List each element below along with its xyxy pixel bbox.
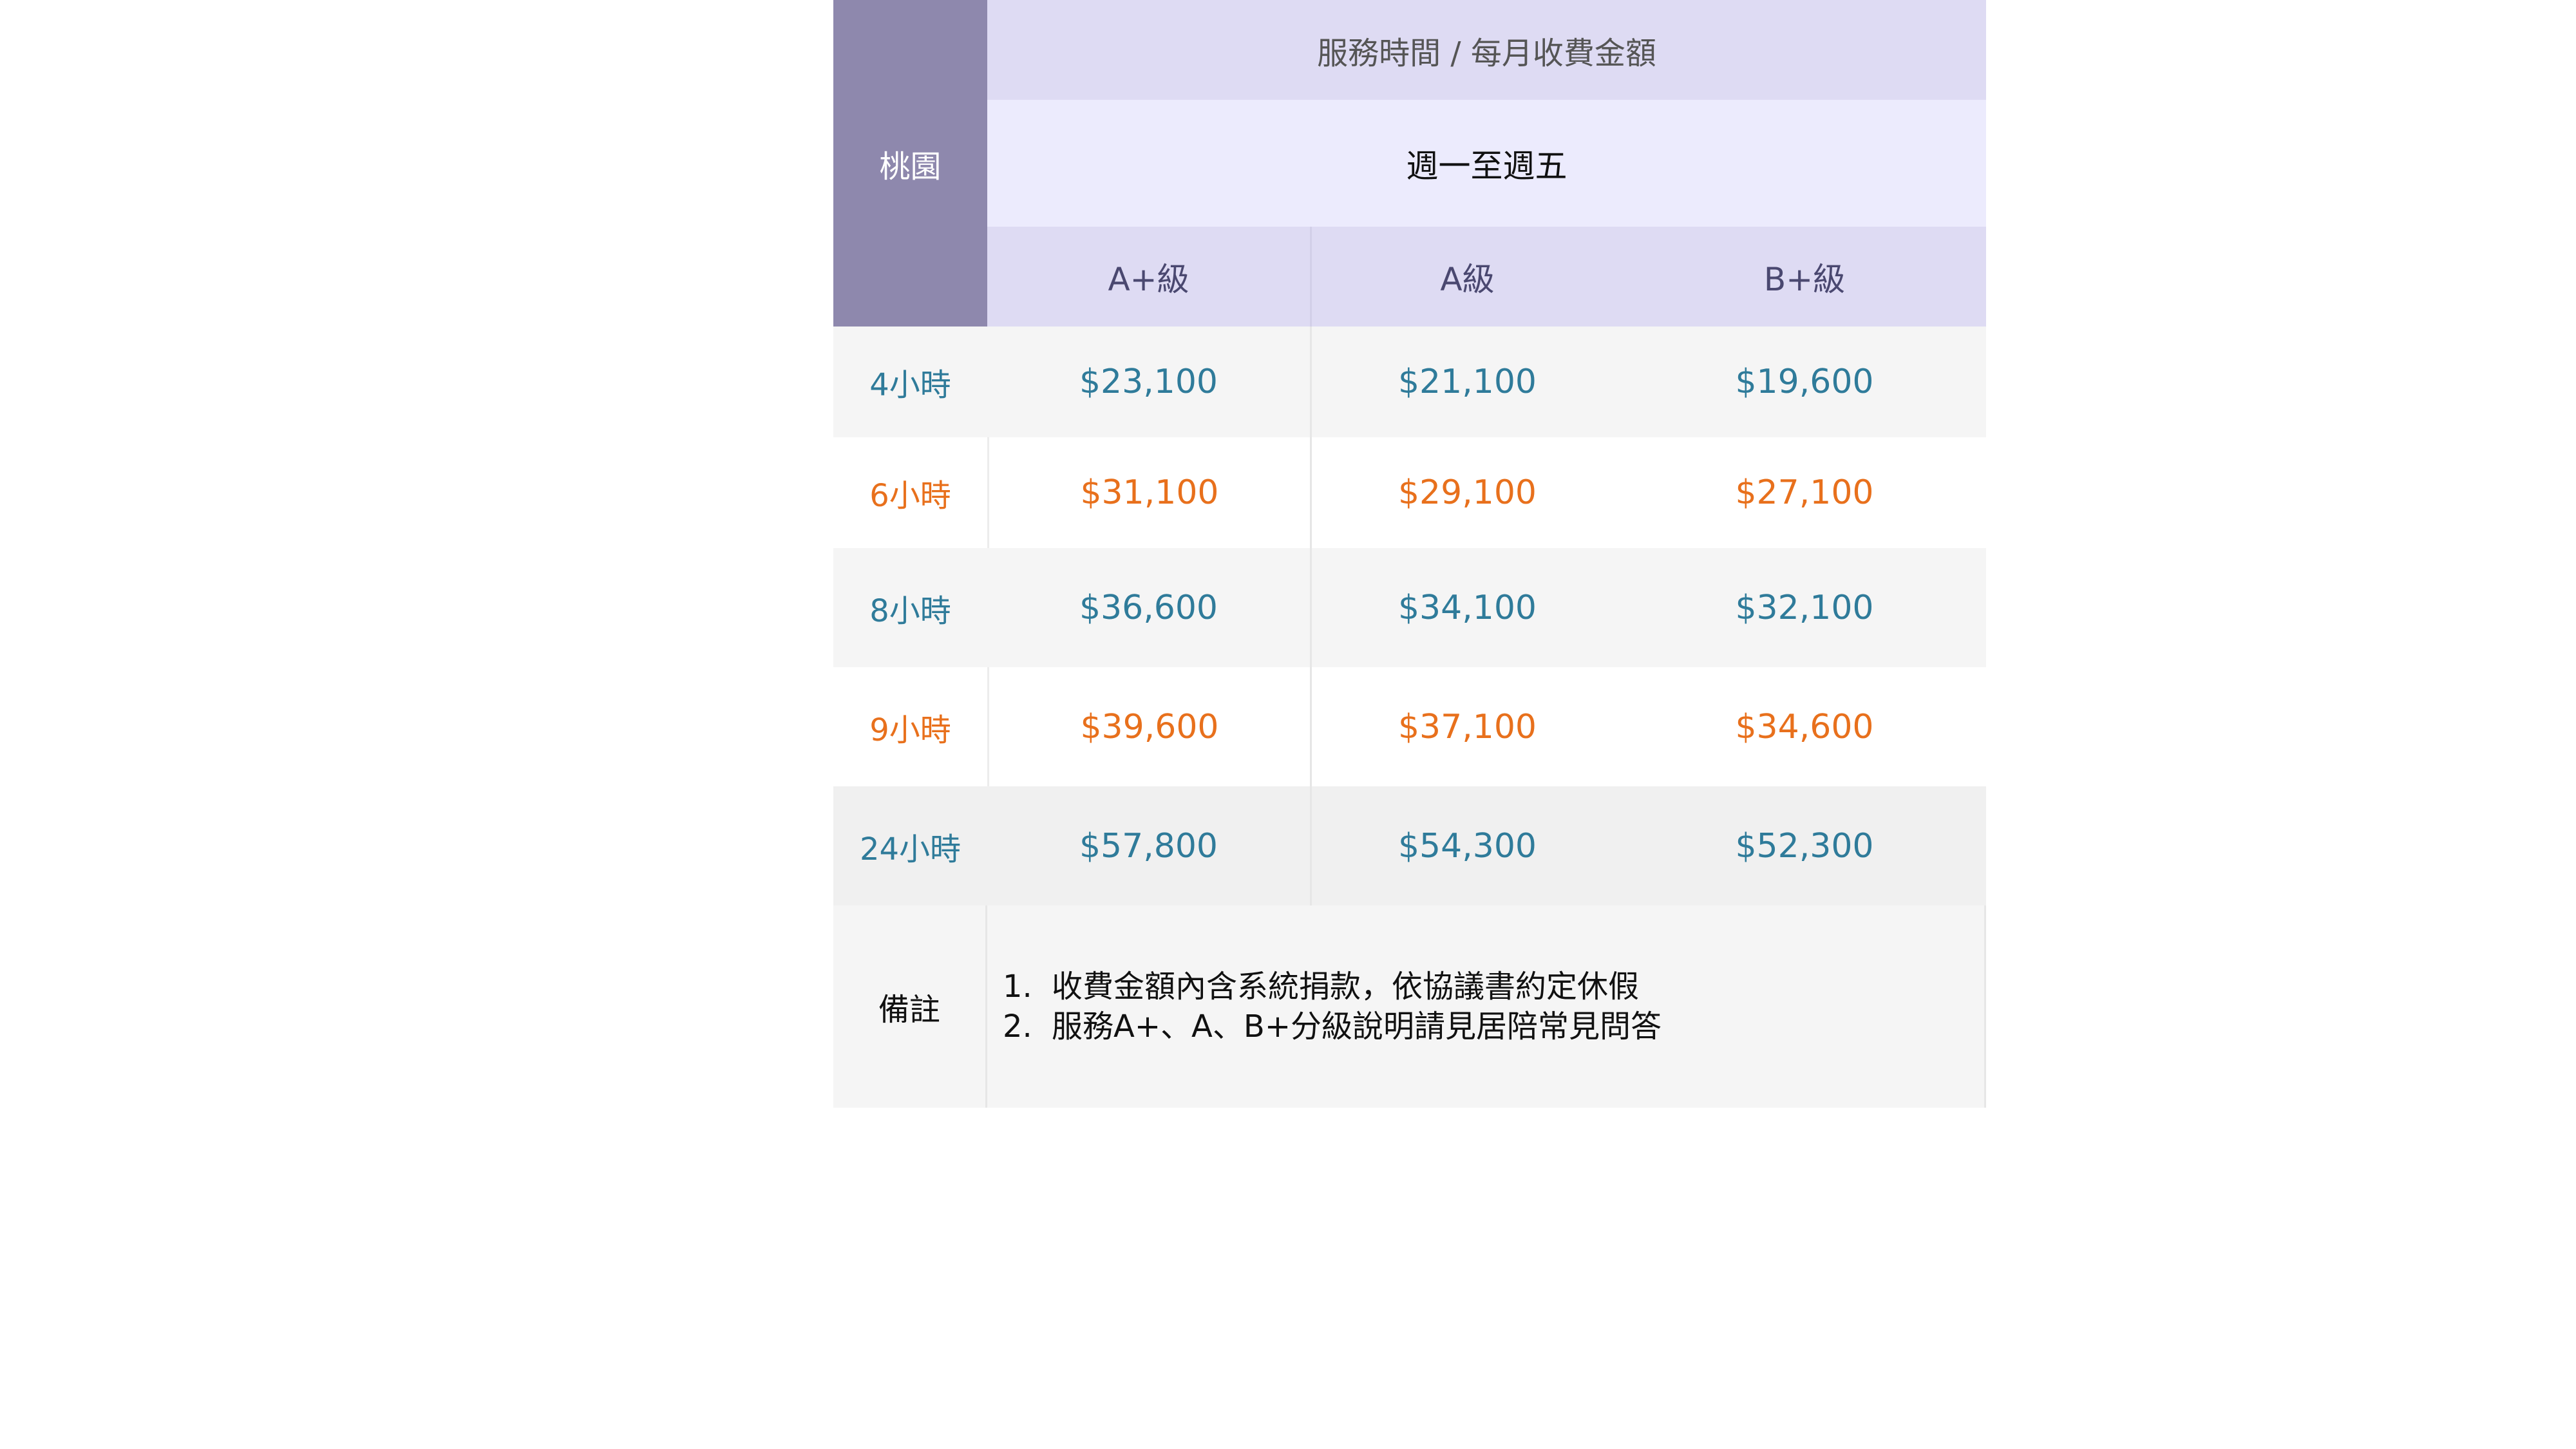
price-cell: $23,100 [987, 327, 1312, 437]
table-header: 桃園 服務時間 / 每月收費金額 週一至週五 A+級 A級 B+級 [833, 0, 1986, 327]
row-label: 6小時 [869, 478, 951, 514]
price-cell: $32,100 [1735, 588, 1874, 627]
price-cell: $29,100 [1397, 473, 1537, 512]
header-title: 服務時間 / 每月收費金額 [987, 0, 1986, 100]
price-cell: $54,300 [1397, 826, 1537, 866]
table-row: 8小時 $36,600 $34,100 $32,100 [833, 548, 1986, 667]
table-row: 9小時 $39,600 $37,100 $34,600 [833, 667, 1986, 786]
grade-header-row: A+級 A級 B+級 [987, 227, 1986, 327]
header-subtitle: 週一至週五 [987, 100, 1986, 227]
row-label: 4小時 [869, 367, 951, 403]
pricing-table: 桃園 服務時間 / 每月收費金額 週一至週五 A+級 A級 B+級 4小時 $2… [833, 0, 1986, 1108]
grade-header-a-plus: A+級 [987, 227, 1312, 327]
price-cell: $34,600 [1735, 707, 1874, 746]
table-row: 6小時 $31,100 $29,100 $27,100 [833, 437, 1986, 548]
header-right: 服務時間 / 每月收費金額 週一至週五 A+級 A級 B+級 [987, 0, 1986, 327]
note-item: 2. 服務A+、A、B+分級說明請見居陪常見問答 [1003, 1007, 1984, 1046]
notes-row: 備註 1. 收費金額內含系統捐款，依協議書約定休假 2. 服務A+、A、B+分級… [833, 905, 1986, 1108]
price-cell: $36,600 [987, 548, 1312, 667]
notes-body: 1. 收費金額內含系統捐款，依協議書約定休假 2. 服務A+、A、B+分級說明請… [987, 905, 1986, 1108]
price-cell: $39,600 [987, 667, 1312, 786]
price-cell: $31,100 [987, 437, 1312, 548]
row-label: 8小時 [869, 592, 951, 629]
note-number: 2. [1003, 1009, 1032, 1045]
price-cell: $21,100 [1397, 363, 1537, 401]
price-cell: $57,800 [987, 786, 1312, 905]
table-row: 4小時 $23,100 $21,100 $19,600 [833, 327, 1986, 437]
note-item: 1. 收費金額內含系統捐款，依協議書約定休假 [1003, 967, 1984, 1007]
note-number: 1. [1003, 969, 1032, 1005]
price-cell: $37,100 [1397, 707, 1537, 746]
price-cell: $27,100 [1735, 473, 1874, 512]
notes-label: 備註 [833, 905, 987, 1108]
price-cell: $19,600 [1735, 363, 1874, 401]
row-label: 9小時 [869, 712, 951, 748]
grade-header-a: A級 [1440, 260, 1495, 298]
note-text: 服務A+、A、B+分級說明請見居陪常見問答 [1052, 1009, 1662, 1045]
row-label: 24小時 [859, 831, 961, 867]
note-text: 收費金額內含系統捐款，依協議書約定休假 [1052, 969, 1640, 1005]
region-label: 桃園 [833, 0, 987, 327]
grade-header-b-plus: B+級 [1763, 260, 1846, 298]
price-cell: $52,300 [1735, 826, 1874, 866]
price-cell: $34,100 [1397, 588, 1537, 627]
table-row: 24小時 $57,800 $54,300 $52,300 [833, 786, 1986, 905]
